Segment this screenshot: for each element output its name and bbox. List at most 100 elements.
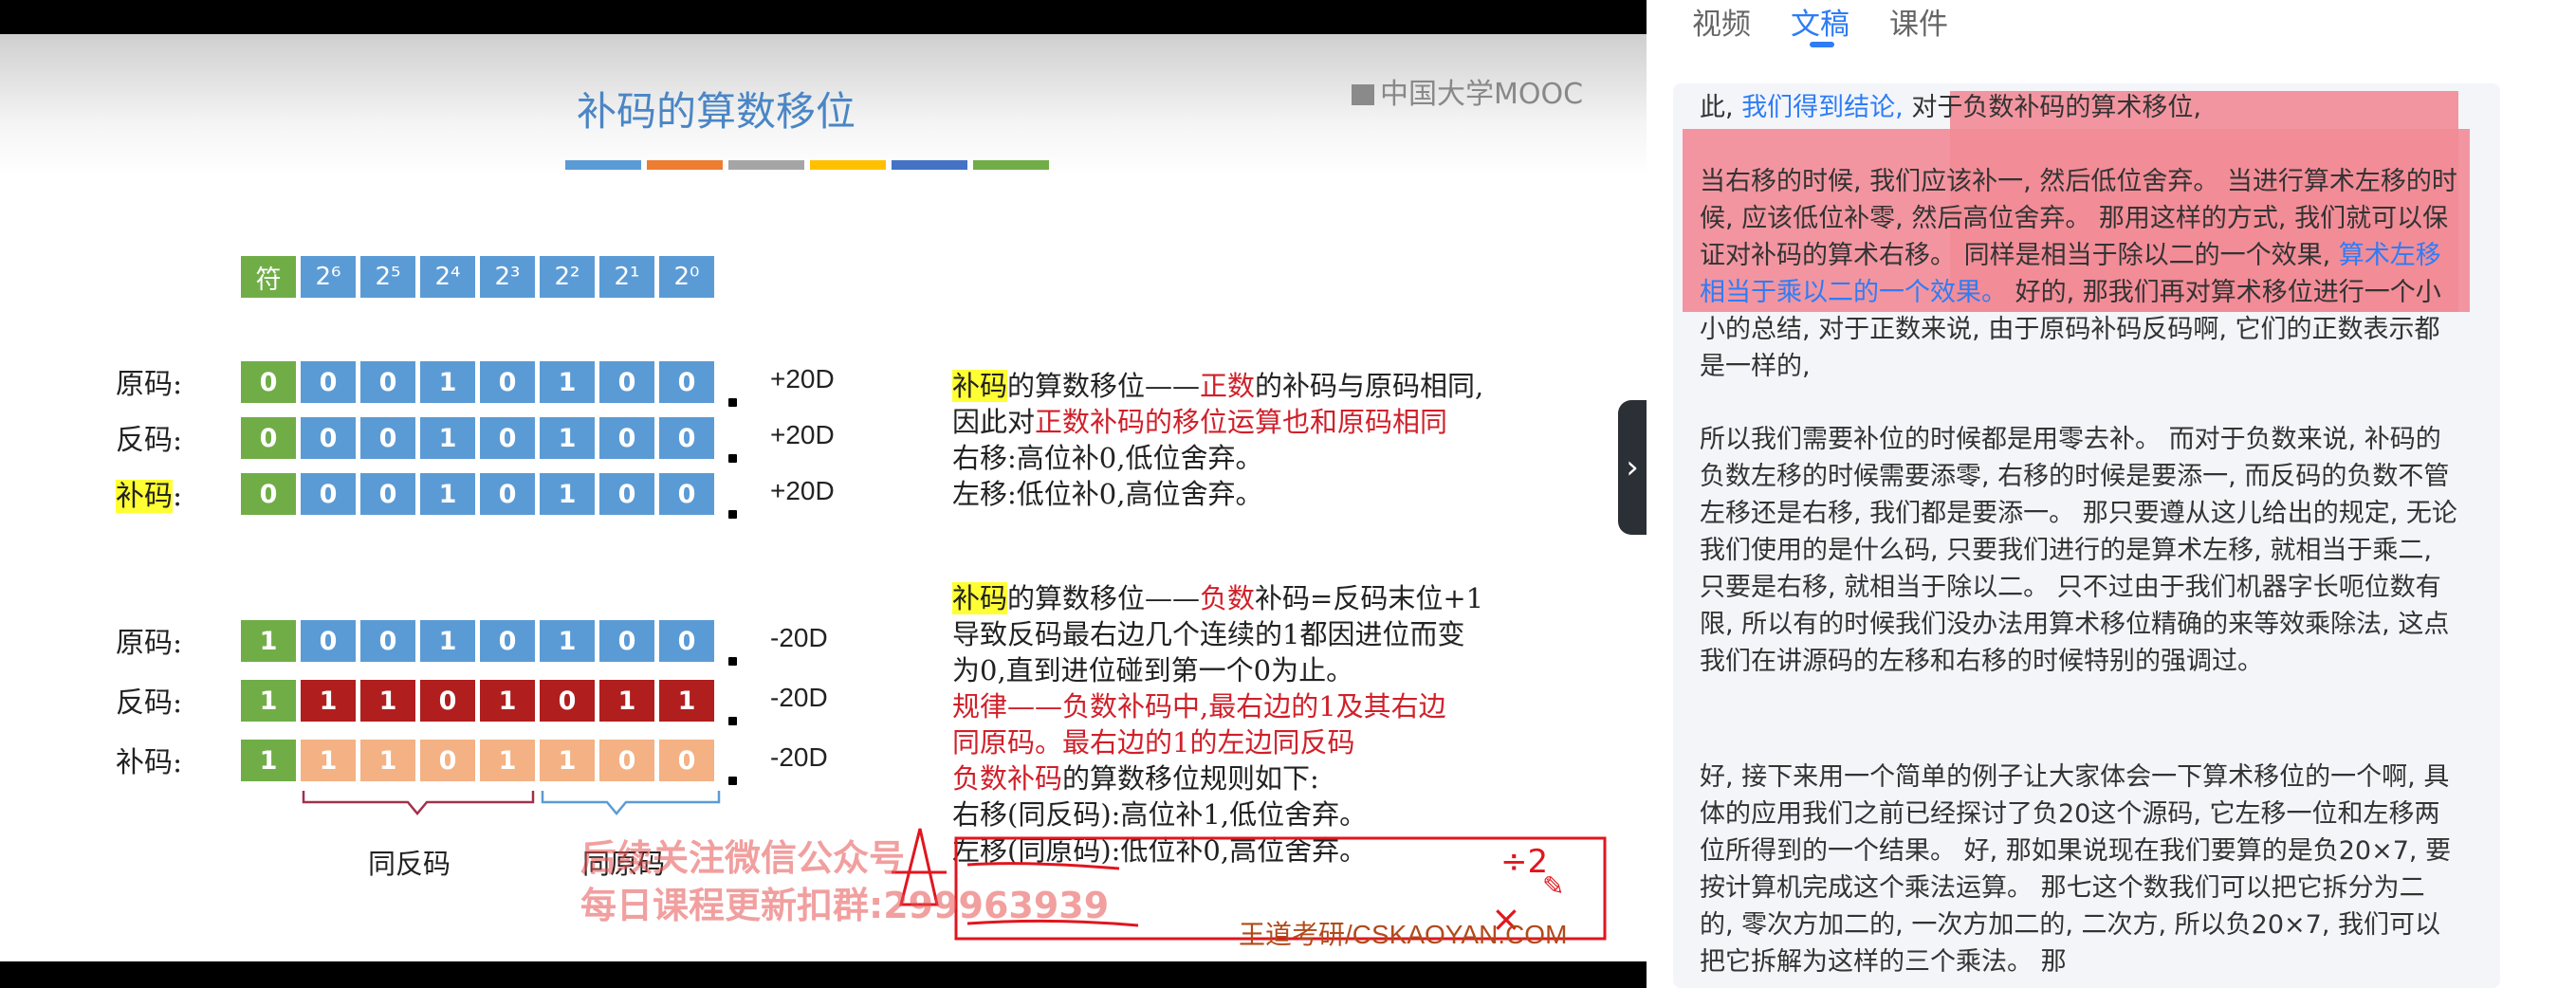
bit-cell: 1 [241, 620, 296, 662]
color-bar [973, 160, 1049, 170]
bit-cell: 1 [360, 740, 415, 781]
color-bar [565, 160, 641, 170]
row-label-pos-fanma: 反码: [116, 424, 183, 457]
neg-text-buma: 补码 [952, 582, 1008, 614]
pos-description: 补码的算数移位——正数的补码与原码相同, 因此对正数补码的移位运算也和原码相同 … [952, 368, 1483, 512]
bit-cell: 0 [241, 473, 296, 515]
bit-cell: 1 [420, 473, 475, 515]
bit-cell: 0 [301, 417, 356, 459]
lecture-slide: 补码的算数移位 中国大学MOOC 符 2⁶ 2⁵ 2⁴ 2³ 2² 2¹ 2⁰ 原码: 反码:… [0, 34, 1647, 961]
neg-text-rule-1: 规律——负数补码中,最右边的1及其右边 [952, 690, 1446, 723]
bit-cell: 1 [241, 680, 296, 722]
video-player[interactable]: 补码的算数移位 中国大学MOOC 符 2⁶ 2⁵ 2⁴ 2³ 2² 2¹ 2⁰ 原码: 反码:… [0, 0, 1647, 988]
bit-cell: 1 [540, 473, 595, 515]
bit-cell: 1 [540, 361, 595, 403]
bit-weight-header: 符 2⁶ 2⁵ 2⁴ 2³ 2² 2¹ 2⁰ [241, 256, 719, 298]
mooc-logo: 中国大学MOOC [1352, 70, 1583, 112]
pos-text-l1d: 的补码与原码相同, [1255, 370, 1484, 402]
bit-cell: 1 [420, 417, 475, 459]
neg-fanma-bits: 11101011 [241, 680, 719, 722]
bit-cell: 0 [301, 473, 356, 515]
neg-text-l6b: 的算数移位规则如下: [1062, 762, 1319, 795]
p1-prefix: 此, [1700, 93, 1734, 122]
neg-buma-bits: 11101100 [241, 740, 719, 781]
pos-text-l1b: 的算数移位—— [1007, 370, 1201, 402]
bit-cell: 1 [241, 740, 296, 781]
tab-video[interactable]: 视频 [1692, 0, 1751, 47]
row-label-neg-fanma: 反码: [116, 686, 183, 720]
neg-buma-value: -20D [770, 742, 828, 772]
watermark-line-1: 后续关注微信公众号 [580, 837, 906, 879]
row-label-pos-yuanma: 原码: [116, 368, 183, 401]
bit-weight-cell: 2⁴ [420, 256, 475, 298]
pos-text-zhengshu: 正数 [1200, 370, 1256, 402]
bit-weight-cell: 2⁶ [301, 256, 356, 298]
neg-text-l1d: 补码=反码末位+1 [1255, 582, 1484, 614]
bit-cell: 0 [241, 361, 296, 403]
slide-title: 补码的算数移位 [576, 88, 856, 135]
bit-cell: 1 [420, 620, 475, 662]
neg-text-fushu: 负数 [1200, 582, 1256, 614]
bit-cell: 0 [301, 620, 356, 662]
bit-cell: 1 [659, 680, 714, 722]
neg-text-l2: 导致反码最右边几个连续的1都因进位而变 [952, 618, 1465, 650]
pos-fanma-value: +20D [770, 420, 835, 449]
bit-cell: 1 [599, 680, 654, 722]
pos-text-l2b: 正数补码的移位运算也和原码相同 [1035, 406, 1448, 438]
brace-label-fanma: 同反码 [368, 848, 451, 880]
bit-cell: 0 [360, 473, 415, 515]
bit-cell: 0 [659, 473, 714, 515]
tab-transcript[interactable]: 文稿 [1791, 0, 1849, 47]
neg-text-l1b: 的算数移位—— [1007, 582, 1201, 614]
watermark-line-2: 每日课程更新扣群:299963939 [580, 885, 1110, 926]
bit-cell: 1 [360, 680, 415, 722]
pos-fanma-bits: 00010100 [241, 417, 719, 459]
side-panel: 视频 文稿 课件 此, 我们得到结论, 对于负数补码的算术移位, 当右移的时候,… [1647, 0, 2576, 988]
p1-conclusion-link[interactable]: 我们得到结论, [1741, 93, 1904, 122]
row-label-pos-buma: 补码: [116, 480, 183, 513]
bit-cell: 0 [540, 680, 595, 722]
color-bar [810, 160, 886, 170]
mooc-logo-text: 中国大学MOOC [1380, 78, 1584, 111]
bit-cell: 1 [301, 680, 356, 722]
collapse-panel-button[interactable]: › [1618, 400, 1647, 535]
bit-cell: 0 [420, 680, 475, 722]
decorative-color-bars [565, 156, 1055, 170]
transcript-card[interactable]: 此, 我们得到结论, 对于负数补码的算术移位, 当右移的时候, 我们应该补一, … [1673, 83, 2500, 988]
chevron-right-icon: › [1626, 448, 1639, 486]
pos-text-left-shift: 左移:低位补0,高位舍弃。 [952, 478, 1263, 510]
bit-cell: 0 [599, 740, 654, 781]
bit-cell: 0 [599, 620, 654, 662]
bit-cell: 0 [480, 417, 535, 459]
bit-cell: 0 [241, 417, 296, 459]
bit-weight-cell: 2⁰ [659, 256, 714, 298]
bit-cell: 0 [360, 361, 415, 403]
pos-text-buma: 补码 [952, 370, 1008, 402]
pos-buma-value: +20D [770, 476, 835, 505]
bit-weight-cell: 2¹ [599, 256, 654, 298]
neg-yuanma-value: -20D [770, 623, 828, 652]
bit-cell: 0 [599, 361, 654, 403]
bit-cell: 0 [360, 417, 415, 459]
bit-weight-cell: 2² [540, 256, 595, 298]
bit-cell: 0 [480, 473, 535, 515]
transcript-paragraph-1: 此, 我们得到结论, 对于负数补码的算术移位, [1700, 89, 2458, 126]
pos-text-l2a: 因此对 [952, 406, 1036, 438]
tab-courseware[interactable]: 课件 [1889, 0, 1948, 47]
neg-text-l3: 为0,直到进位碰到第一个0为止。 [952, 654, 1354, 686]
panel-tabs: 视频 文稿 课件 [1692, 0, 1988, 47]
bit-weight-cell: 符 [241, 256, 296, 298]
neg-yuanma-bits: 10010100 [241, 620, 719, 662]
bit-cell: 0 [659, 361, 714, 403]
color-bar [728, 160, 804, 170]
row-label-neg-yuanma: 原码: [116, 627, 183, 660]
row-label-neg-buma: 补码: [116, 746, 183, 779]
bit-weight-cell: 2³ [480, 256, 535, 298]
bit-cell: 0 [480, 620, 535, 662]
bit-cell: 1 [540, 740, 595, 781]
bit-cell: 1 [540, 417, 595, 459]
bit-cell: 0 [420, 740, 475, 781]
bit-cell: 1 [540, 620, 595, 662]
neg-text-fushu-buma: 负数补码 [952, 762, 1063, 795]
bit-cell: 0 [480, 361, 535, 403]
